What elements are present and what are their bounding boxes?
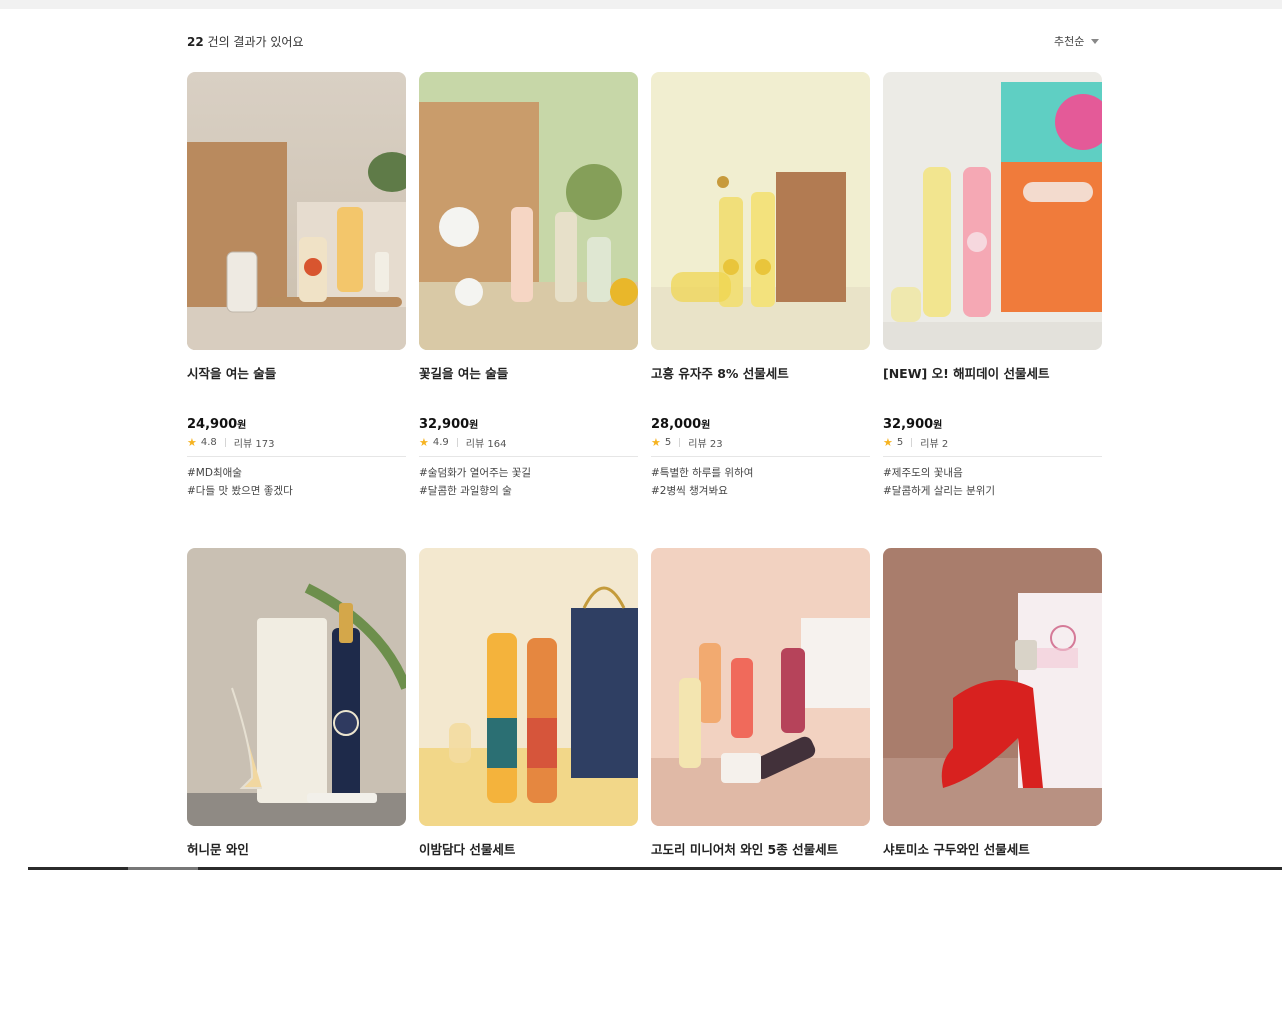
tag: #술덤화가 열어주는 꽃길 (419, 467, 532, 479)
price-currency: 원 (701, 420, 711, 431)
product-card[interactable]: 샤토미소 구두와인 선물세트 (883, 548, 1102, 1024)
star-icon: ★ (883, 435, 893, 449)
price-value: 32,900 (883, 417, 934, 432)
tags: #제주도의 꽃내음 #달콤하게 살리는 분위기 (883, 464, 1102, 500)
tag: #2병씩 챙겨봐요 (651, 485, 728, 497)
product-image[interactable] (651, 548, 870, 826)
divider (456, 437, 458, 447)
product-card[interactable]: 이밤담다 선물세트 (419, 548, 638, 1024)
star-icon: ★ (651, 435, 661, 449)
product-name[interactable]: 이밤담다 선물세트 (419, 839, 638, 879)
product-card[interactable]: [NEW] 오! 해피데이 선물세트 32,900원 ★ 5 리뷰 2 #제주도… (883, 72, 1102, 548)
review-count: 리뷰 2 (920, 438, 949, 450)
price-currency: 원 (933, 420, 943, 431)
results-count-text: 건의 결과가 있어요 (207, 35, 304, 49)
product-image[interactable] (651, 72, 870, 350)
rating-row: ★ 4.8 리뷰 173 (187, 434, 406, 457)
product-name[interactable]: [NEW] 오! 해피데이 선물세트 (883, 363, 1102, 403)
tags: #MD최애술 #다들 맛 봤으면 좋겠다 (187, 464, 406, 500)
tag: #다들 맛 봤으면 좋겠다 (187, 485, 293, 497)
price-value: 28,000 (651, 417, 702, 432)
product-card[interactable]: 허니문 와인 (187, 548, 406, 1024)
product-image[interactable] (419, 548, 638, 826)
sort-dropdown[interactable]: 추천순 (1054, 33, 1100, 49)
product-card[interactable]: 고도리 미니어처 와인 5종 선물세트 (651, 548, 870, 1024)
product-price: 32,900원 (883, 416, 1102, 432)
rating-value: 4.9 (432, 436, 449, 448)
product-price: 28,000원 (651, 416, 870, 432)
star-icon: ★ (187, 435, 197, 449)
product-name[interactable]: 고도리 미니어처 와인 5종 선물세트 (651, 839, 870, 879)
results-count: 22 건의 결과가 있어요 (187, 33, 303, 50)
product-price: 32,900원 (419, 416, 638, 432)
product-price: 24,900원 (187, 416, 406, 432)
product-name[interactable]: 고흥 유자주 8% 선물세트 (651, 363, 870, 403)
product-name[interactable]: 꽃길을 여는 술들 (419, 363, 638, 403)
tag: #달콤한 과일향의 술 (419, 485, 512, 497)
divider (224, 437, 226, 447)
product-grid: 시작을 여는 술들 24,900원 ★ 4.8 리뷰 173 #MD최애술 #다… (187, 72, 1102, 1024)
caret-down-icon (1091, 39, 1100, 44)
star-icon: ★ (419, 435, 429, 449)
price-currency: 원 (469, 420, 479, 431)
product-card[interactable]: 고흥 유자주 8% 선물세트 28,000원 ★ 5 리뷰 23 #특별한 하루… (651, 72, 870, 548)
review-count: 리뷰 23 (688, 438, 723, 450)
tag: #제주도의 꽃내음 (883, 467, 963, 479)
price-currency: 원 (237, 420, 247, 431)
divider (911, 437, 913, 447)
price-value: 24,900 (187, 417, 238, 432)
results-count-number: 22 (187, 35, 204, 49)
rating-value: 5 (664, 436, 672, 448)
product-image[interactable] (419, 72, 638, 350)
product-image[interactable] (187, 548, 406, 826)
review-count: 리뷰 173 (233, 438, 275, 450)
tag: #특별한 하루를 위하여 (651, 467, 754, 479)
price-value: 32,900 (419, 417, 470, 432)
product-name[interactable]: 샤토미소 구두와인 선물세트 (883, 839, 1102, 879)
top-bar (0, 0, 1282, 9)
rating-value: 4.8 (200, 436, 217, 448)
product-card[interactable]: 시작을 여는 술들 24,900원 ★ 4.8 리뷰 173 #MD최애술 #다… (187, 72, 406, 548)
product-image[interactable] (883, 72, 1102, 350)
rating-row: ★ 4.9 리뷰 164 (419, 434, 638, 457)
divider (679, 437, 681, 447)
tags: #특별한 하루를 위하여 #2병씩 챙겨봐요 (651, 464, 870, 500)
product-name[interactable]: 시작을 여는 술들 (187, 363, 406, 403)
product-card[interactable]: 꽃길을 여는 술들 32,900원 ★ 4.9 리뷰 164 #술덤화가 열어주… (419, 72, 638, 548)
rating-row: ★ 5 리뷰 2 (883, 434, 1102, 457)
tags: #술덤화가 열어주는 꽃길 #달콤한 과일향의 술 (419, 464, 638, 500)
product-image[interactable] (883, 548, 1102, 826)
rating-row: ★ 5 리뷰 23 (651, 434, 870, 457)
rating-value: 5 (896, 436, 904, 448)
product-name[interactable]: 허니문 와인 (187, 839, 406, 879)
sort-label: 추천순 (1054, 35, 1085, 48)
tag: #MD최애술 (187, 467, 242, 479)
tag: #달콤하게 살리는 분위기 (883, 485, 996, 497)
product-image[interactable] (187, 72, 406, 350)
review-count: 리뷰 164 (465, 438, 507, 450)
